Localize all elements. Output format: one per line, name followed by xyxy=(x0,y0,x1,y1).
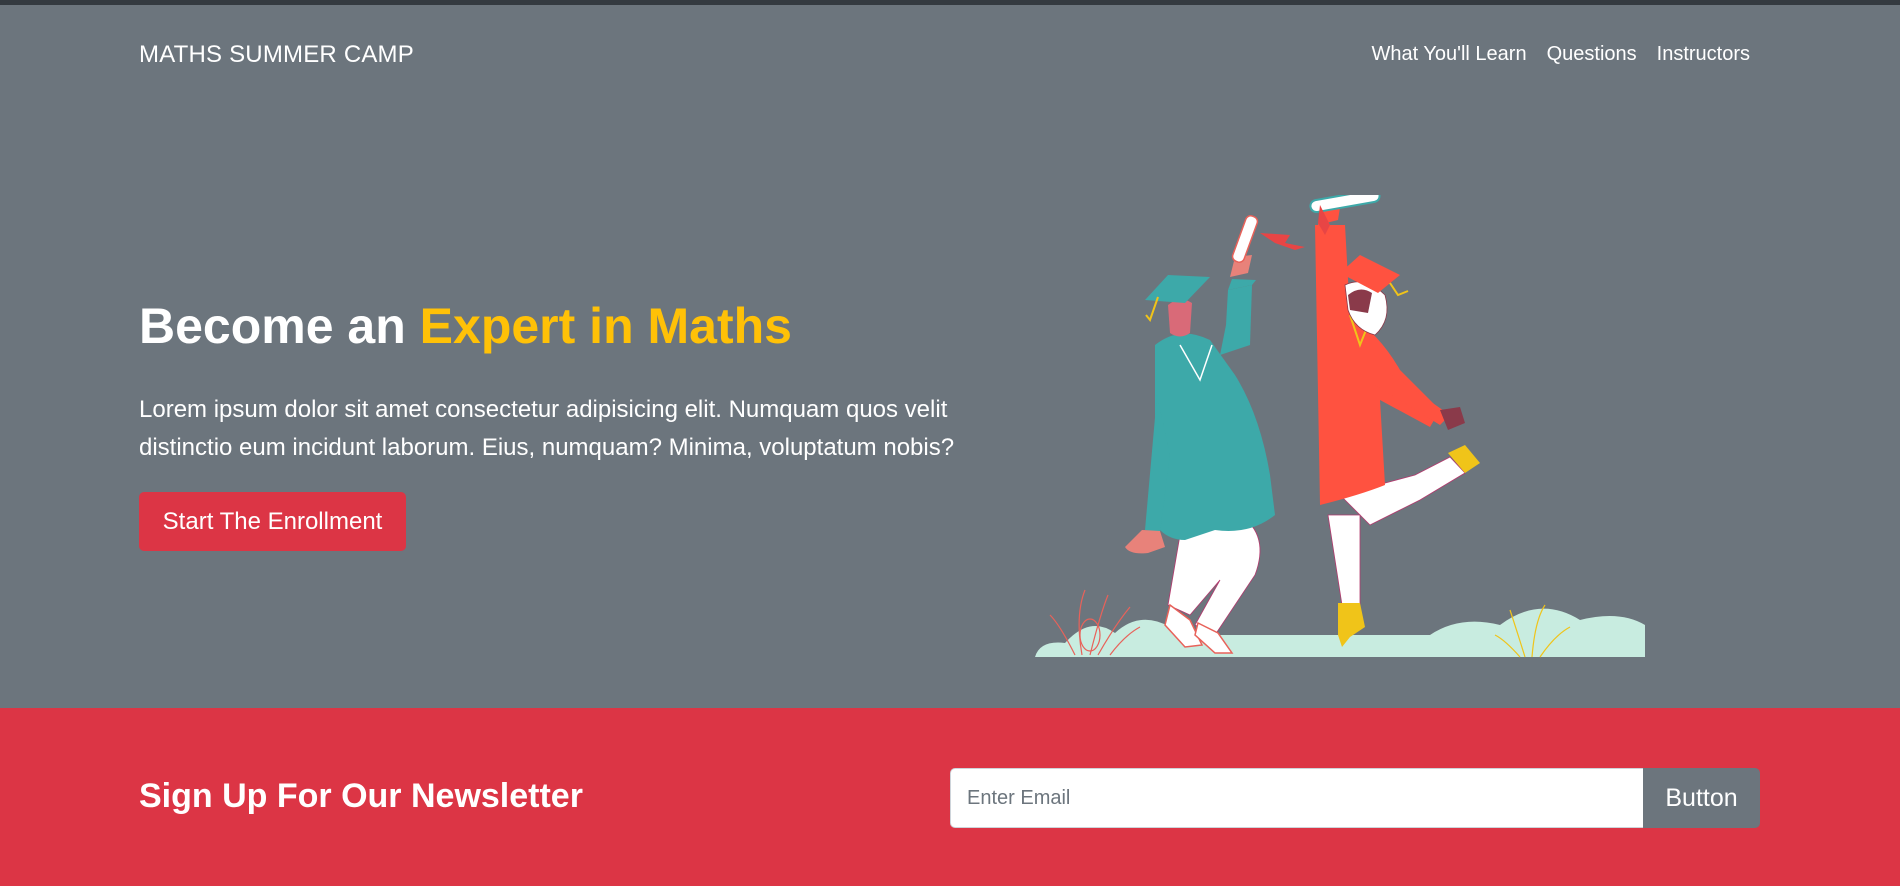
graduation-illustration xyxy=(1035,195,1645,658)
hero-lead: Lorem ipsum dolor sit amet consectetur a… xyxy=(139,391,969,467)
hero-title-accent: Expert in Maths xyxy=(419,298,792,354)
hero-title-prefix: Become an xyxy=(139,298,420,354)
teal-graduate xyxy=(1125,215,1305,654)
email-input[interactable] xyxy=(950,768,1643,828)
nav-link-instructors[interactable]: Instructors xyxy=(1657,43,1750,66)
hero-lead-line-1: Lorem ipsum dolor sit amet consectetur a… xyxy=(139,396,948,423)
nav-link-what-youll-learn[interactable]: What You'll Learn xyxy=(1372,43,1527,66)
hero-title: Become an Expert in Maths xyxy=(139,297,792,355)
nav-link-questions[interactable]: Questions xyxy=(1547,43,1637,66)
start-enrollment-button[interactable]: Start The Enrollment xyxy=(139,492,406,551)
newsletter-submit-button[interactable]: Button xyxy=(1643,768,1760,828)
main-nav: What You'll Learn Questions Instructors xyxy=(1372,43,1750,66)
newsletter-title: Sign Up For Our Newsletter xyxy=(139,777,583,815)
newsletter-section: Sign Up For Our Newsletter Button xyxy=(0,708,1900,886)
hero-lead-line-2: distinctio eum incidunt laborum. Eius, n… xyxy=(139,434,955,461)
hero-section: MATHS SUMMER CAMP What You'll Learn Ques… xyxy=(0,5,1900,708)
brand-logo[interactable]: MATHS SUMMER CAMP xyxy=(139,41,414,69)
newsletter-form: Button xyxy=(950,768,1760,828)
red-graduate xyxy=(1309,195,1480,647)
